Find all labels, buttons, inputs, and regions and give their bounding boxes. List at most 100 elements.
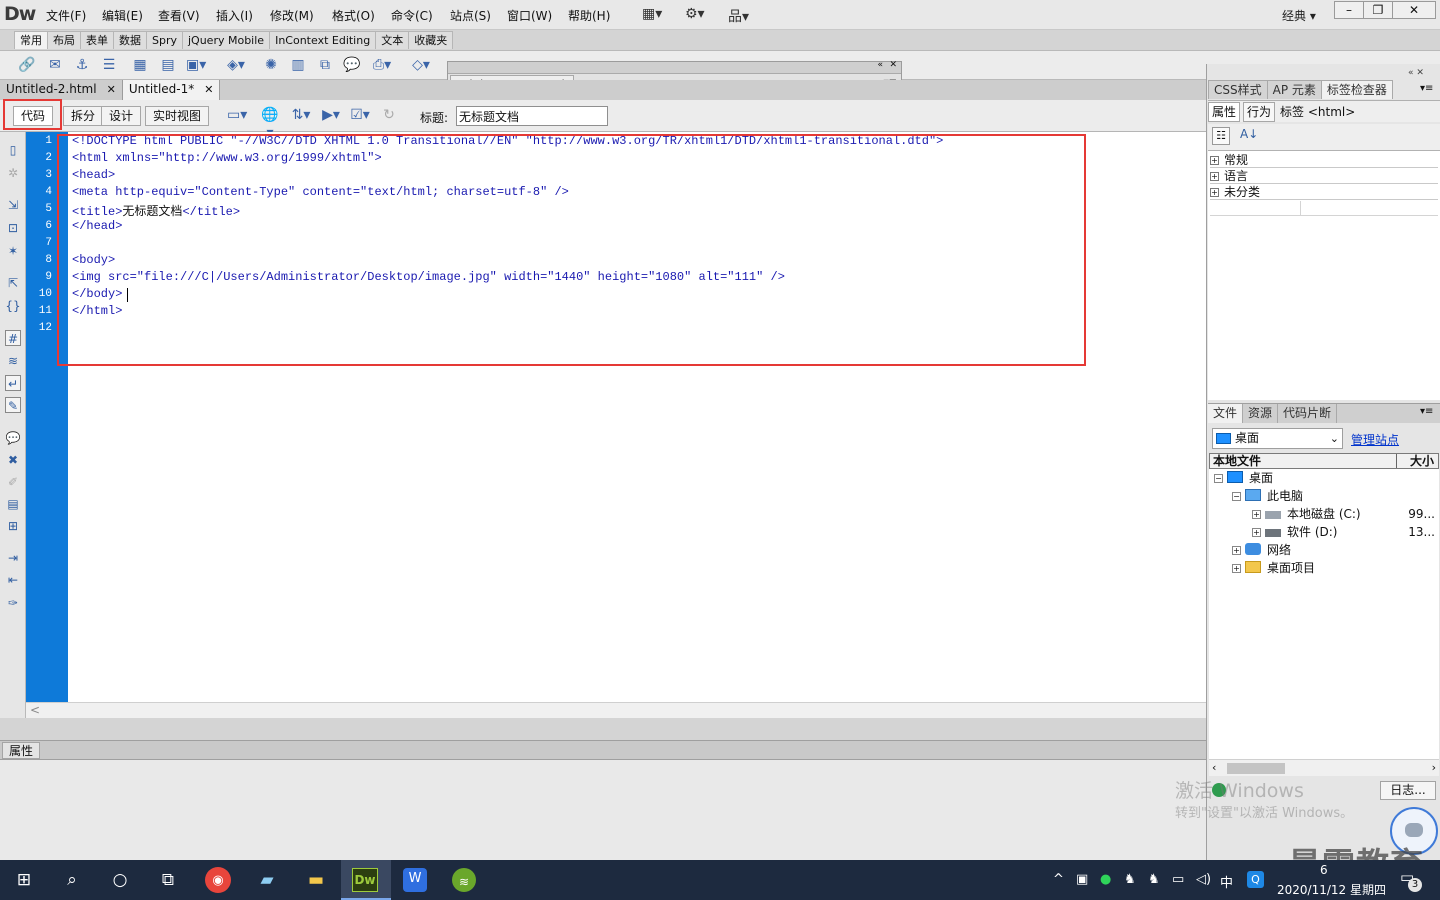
wrap-tag-icon[interactable]: ✐ (5, 474, 21, 490)
multiscreen-icon[interactable]: ▭▾ (227, 106, 247, 124)
code-horizontal-scrollbar[interactable]: < (26, 702, 1206, 718)
browserlab-titlebar[interactable]: « ✕ (448, 60, 901, 74)
watermelon-app-icon[interactable]: ≋ (452, 868, 476, 892)
search-icon[interactable]: ⌕ (58, 866, 86, 894)
collapse-full-tag-icon[interactable]: ⇲ (5, 197, 21, 213)
insert-tab-layout[interactable]: 布局 (47, 31, 81, 49)
tab-ap-elements[interactable]: AP 元素 (1266, 80, 1322, 99)
volume-icon[interactable]: ◁) (1196, 872, 1211, 887)
expand-icon[interactable]: + (1252, 510, 1261, 519)
menu-format[interactable]: 格式(O) (332, 7, 375, 24)
category-uncategorized[interactable]: + 未分类 (1210, 185, 1438, 200)
indent-code-icon[interactable]: ⇥ (5, 550, 21, 566)
expand-icon[interactable]: + (1232, 564, 1241, 573)
collapse-selection-icon[interactable]: ⊡ (5, 220, 21, 236)
panel-menu-icon[interactable]: ▾≡ (1420, 406, 1433, 417)
head-icon[interactable]: ⎙▾ (372, 56, 392, 74)
collapse-icon[interactable]: − (1232, 492, 1241, 501)
site-select[interactable]: 桌面 ⌄ (1212, 428, 1343, 449)
menu-window[interactable]: 窗口(W) (507, 7, 552, 24)
preview-browser-icon[interactable]: 🌐▾ (260, 106, 280, 141)
menu-site[interactable]: 站点(S) (450, 7, 491, 24)
expand-icon[interactable]: + (1210, 156, 1219, 165)
apply-comment-icon[interactable]: 💬 (5, 430, 21, 446)
check-browser-icon[interactable]: ▶▾ (321, 106, 341, 124)
close-icon[interactable]: ✕ (107, 83, 116, 96)
close-icon[interactable]: ✕ (889, 60, 897, 70)
template-icon[interactable]: ◇▾ (411, 56, 431, 74)
insert-tab-common[interactable]: 常用 (14, 31, 48, 49)
server-include-icon[interactable]: ⧉ (315, 56, 335, 74)
open-documents-icon[interactable]: ▯ (5, 142, 21, 158)
refresh-icon[interactable]: ↻ (379, 106, 399, 124)
word-wrap-icon[interactable]: ↵ (5, 375, 21, 391)
design-view-button[interactable]: 设计 (101, 106, 142, 126)
col-local-files[interactable]: 本地文件 (1213, 454, 1261, 468)
tab-tag-inspector[interactable]: 标签检查器 (1320, 80, 1393, 99)
qq-icon-2[interactable]: ♞ (1148, 872, 1160, 887)
doc-tab-untitled-1[interactable]: Untitled-1* ✕ (122, 80, 221, 100)
chrome-icon[interactable]: ◉ (205, 867, 231, 893)
close-icon[interactable]: ✕ (204, 83, 213, 96)
cortana-icon[interactable]: ○ (106, 866, 134, 894)
highlight-invalid-code-icon[interactable]: ≋ (5, 353, 21, 369)
tree-item-desktop-items[interactable]: + 桌面项目 (1232, 559, 1315, 577)
tab-assets[interactable]: 资源 (1243, 404, 1279, 423)
tab-snippets[interactable]: 代码片断 (1278, 404, 1338, 423)
task-view-icon[interactable]: ⧉ (154, 866, 182, 894)
category-general[interactable]: + 常规 (1210, 153, 1438, 168)
menu-view[interactable]: 查看(V) (158, 7, 200, 24)
insert-tab-favorites[interactable]: 收藏夹 (408, 31, 454, 49)
balance-braces-icon[interactable]: {} (5, 298, 21, 314)
file-explorer-icon[interactable]: ▬ (302, 866, 330, 894)
tree-item-this-pc[interactable]: − 此电脑 (1232, 487, 1303, 505)
menu-edit[interactable]: 编辑(E) (102, 7, 143, 24)
hyperlink-icon[interactable]: 🔗 (17, 56, 37, 74)
validate-icon[interactable]: ☑▾ (350, 106, 370, 124)
line-numbers-icon[interactable]: # (5, 330, 21, 346)
subtab-behaviors[interactable]: 行为 (1243, 101, 1276, 122)
expand-icon[interactable]: + (1210, 172, 1219, 181)
menu-file[interactable]: 文件(F) (46, 7, 86, 24)
insert-tab-text[interactable]: 文本 (375, 31, 410, 49)
horizontal-rule-icon[interactable]: ☰ (99, 56, 119, 74)
insert-tab-spry[interactable]: Spry (146, 31, 183, 49)
qq-browser-icon[interactable]: Q (1247, 871, 1264, 888)
format-source-code-icon[interactable]: ✑ (5, 595, 21, 611)
workspace-switcher[interactable]: 经典 ▾ (1282, 7, 1316, 24)
tray-app-icon[interactable]: ▣ (1076, 872, 1088, 887)
syntax-coloring-icon[interactable]: ✎ (5, 397, 21, 413)
menu-modify[interactable]: 修改(M) (270, 7, 314, 24)
file-management-icon[interactable]: ⇅▾ (291, 106, 311, 124)
category-language[interactable]: + 语言 (1210, 169, 1438, 184)
collapse-icon[interactable]: « (877, 60, 883, 70)
tree-item-drive-d[interactable]: + 软件 (D:) 13... (1252, 523, 1439, 541)
subtab-attributes[interactable]: 属性 (1208, 101, 1241, 122)
show-code-navigator-icon[interactable]: ✲ (5, 165, 21, 181)
manage-sites-link[interactable]: 管理站点 (1351, 431, 1399, 448)
layout-icon[interactable]: ▦▾ (642, 6, 662, 22)
network-icon[interactable]: ▭ (1172, 872, 1184, 887)
email-link-icon[interactable]: ✉ (45, 56, 65, 74)
tree-item-drive-c[interactable]: + 本地磁盘 (C:) 99... (1252, 505, 1439, 523)
windows-start-icon[interactable]: ⊞ (10, 866, 38, 894)
scroll-right-icon[interactable]: › (1432, 761, 1436, 774)
table-icon[interactable]: ▦ (130, 56, 150, 74)
outdent-code-icon[interactable]: ⇤ (5, 572, 21, 588)
date-icon[interactable]: ▥ (288, 56, 308, 74)
menu-help[interactable]: 帮助(H) (568, 7, 610, 24)
expand-all-icon[interactable]: ✶ (5, 243, 21, 259)
sort-az-icon[interactable]: A↓ (1240, 127, 1258, 141)
expand-icon[interactable]: + (1210, 188, 1219, 197)
expand-icon[interactable]: + (1252, 528, 1261, 537)
recent-snippets-icon[interactable]: ▤ (5, 496, 21, 512)
properties-tab[interactable]: 属性 (2, 742, 40, 759)
site-sitemap-icon[interactable]: 品▾ (728, 6, 749, 26)
split-view-button[interactable]: 拆分 (63, 106, 104, 126)
remove-comment-icon[interactable]: ✖ (5, 452, 21, 468)
menu-commands[interactable]: 命令(C) (391, 7, 433, 24)
expand-icon[interactable]: + (1232, 546, 1241, 555)
scroll-left-icon[interactable]: ‹ (1212, 761, 1216, 774)
close-window-button[interactable]: ✕ (1392, 1, 1436, 19)
input-method-indicator[interactable]: 中 (1220, 872, 1233, 891)
